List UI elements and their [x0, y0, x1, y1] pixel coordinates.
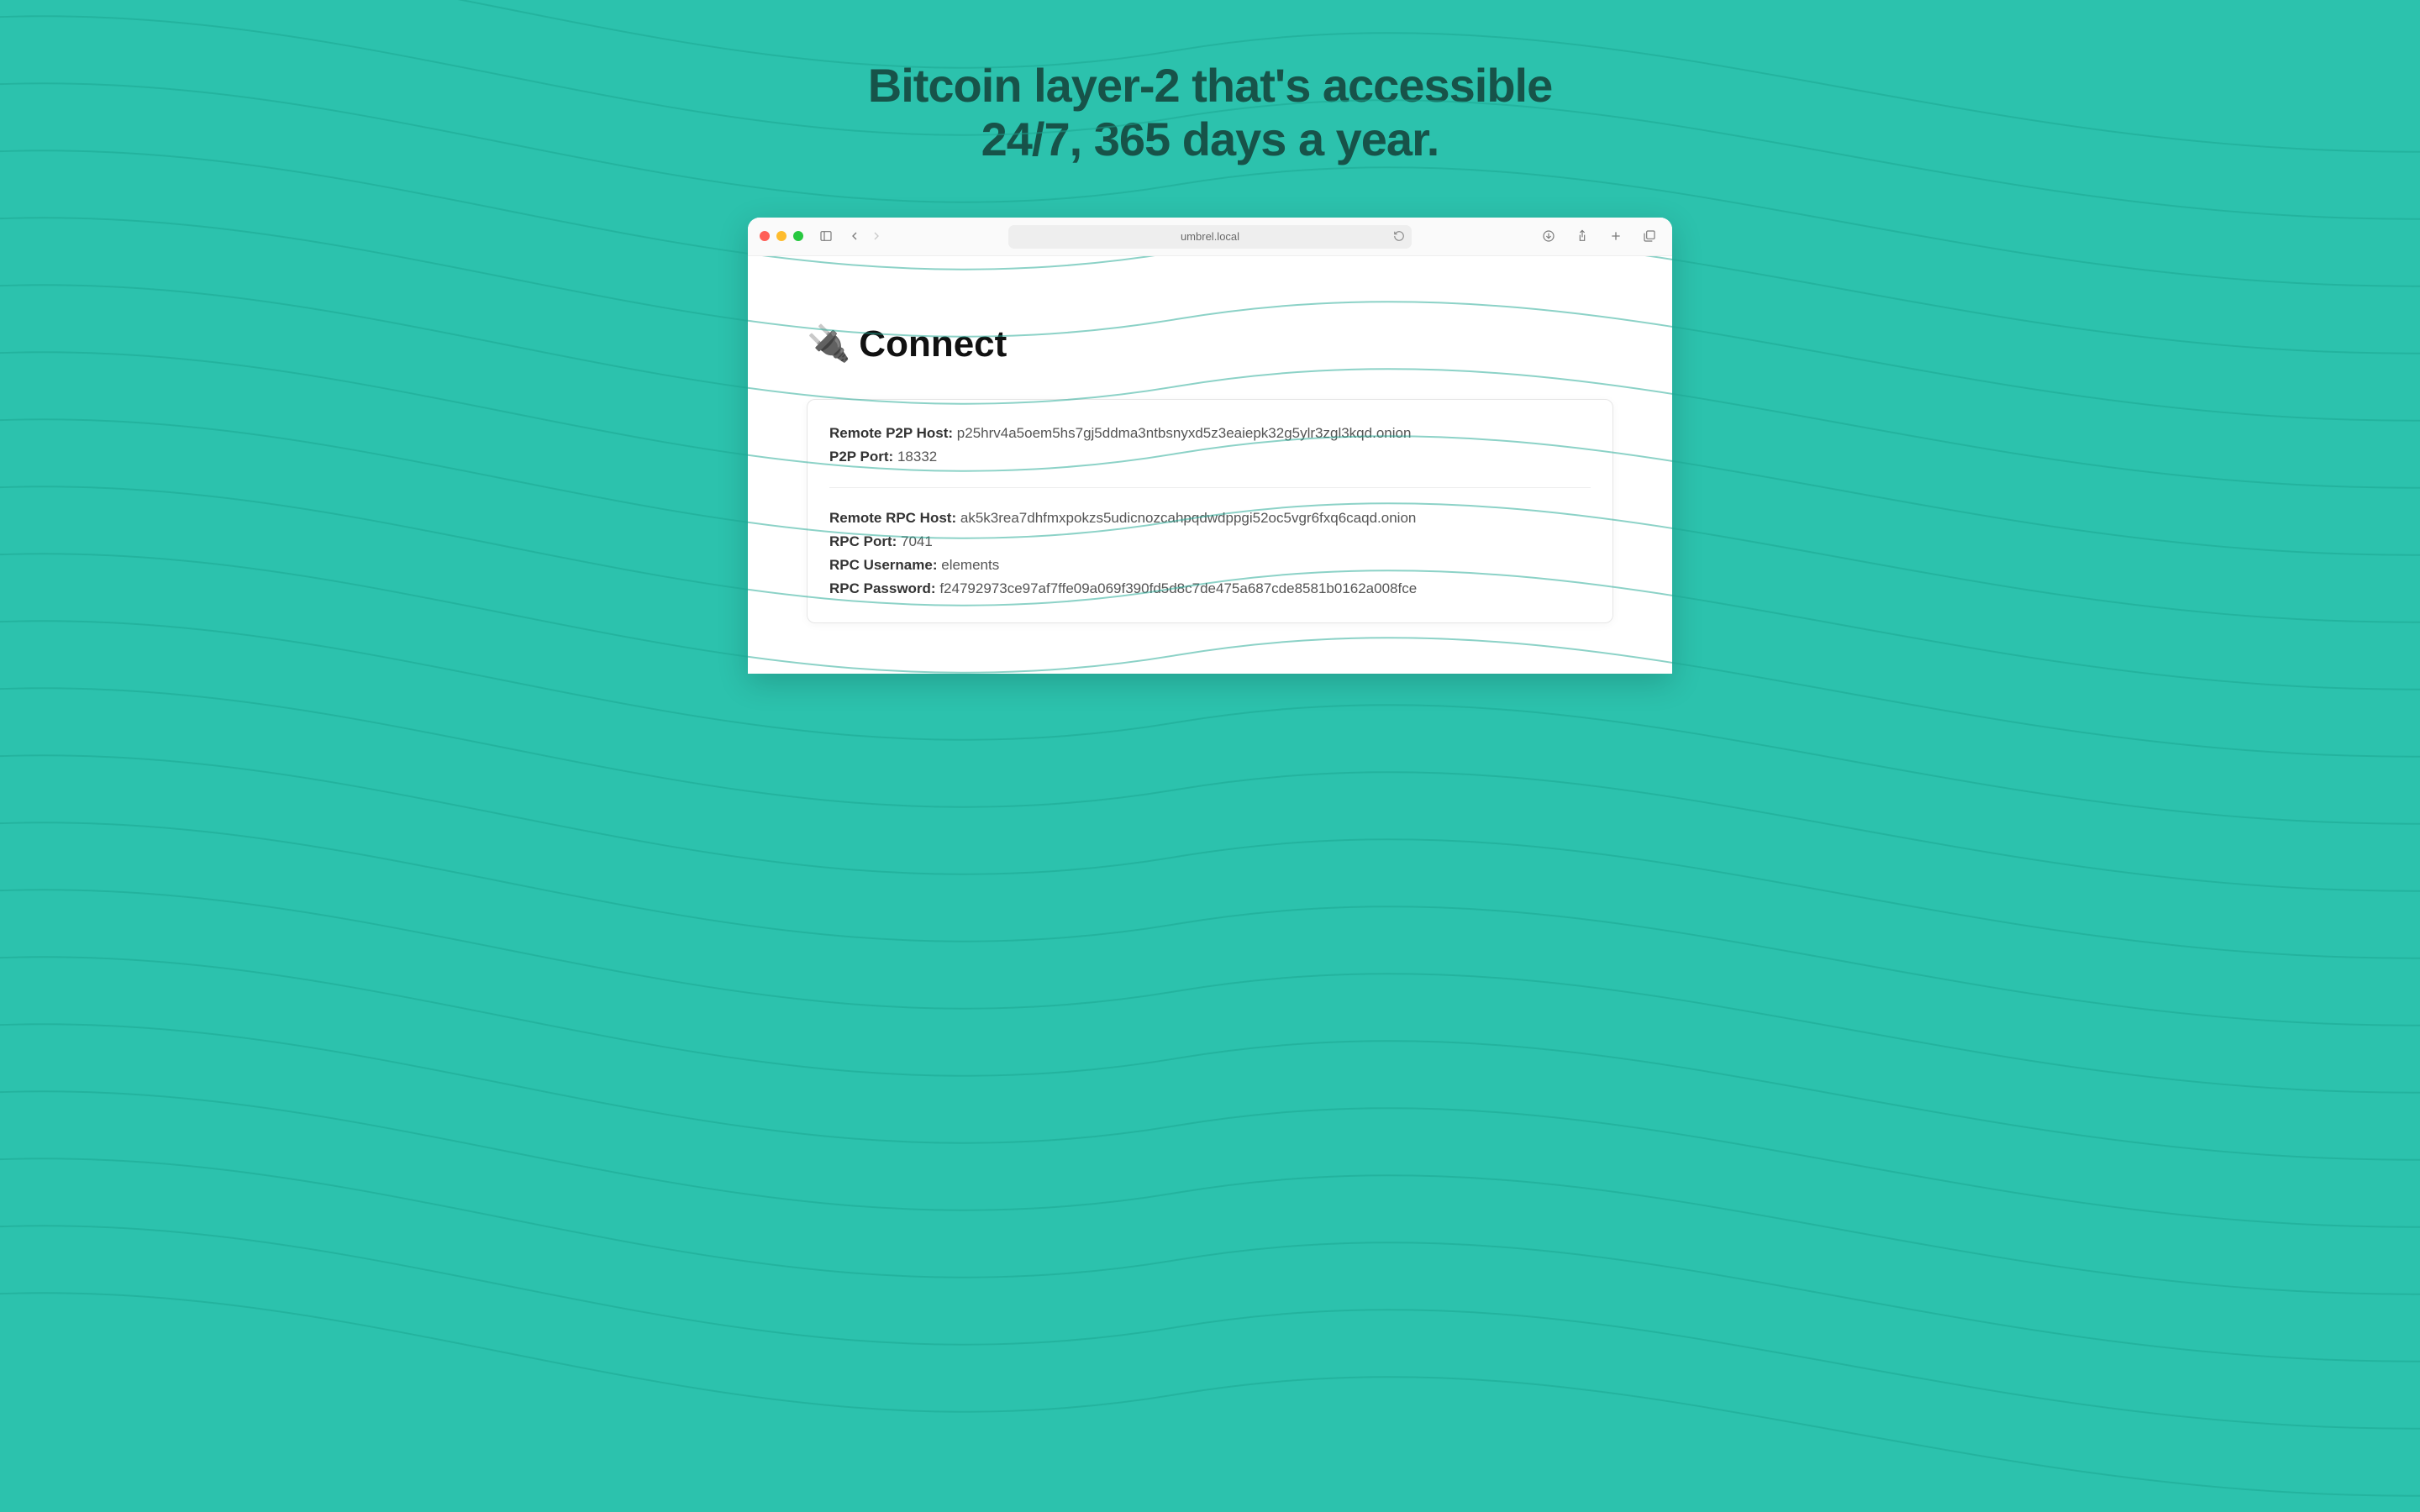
close-window-button[interactable] — [760, 231, 770, 241]
rpc-port-row: RPC Port: 7041 — [829, 530, 1591, 554]
tabs-button[interactable] — [1639, 226, 1660, 246]
p2p-port-label: P2P Port: — [829, 449, 893, 465]
rpc-host-row: Remote RPC Host: ak5k3rea7dhfmxpokzs5udi… — [829, 507, 1591, 530]
p2p-port-row: P2P Port: 18332 — [829, 445, 1591, 469]
rpc-host-label: Remote RPC Host: — [829, 510, 956, 526]
p2p-port-value: 18332 — [897, 449, 937, 465]
rpc-username-label: RPC Username: — [829, 557, 938, 573]
reload-icon — [1393, 230, 1405, 242]
tabs-icon — [1643, 229, 1656, 243]
rpc-password-value: f24792973ce97af7ffe09a069f390fd5d8c7de47… — [939, 580, 1417, 596]
rpc-port-label: RPC Port: — [829, 533, 897, 549]
window-controls — [760, 231, 803, 241]
rpc-port-value: 7041 — [901, 533, 933, 549]
sidebar-icon — [819, 229, 833, 243]
plus-icon — [1609, 229, 1623, 243]
rpc-password-label: RPC Password: — [829, 580, 936, 596]
p2p-host-row: Remote P2P Host: p25hrv4a5oem5hs7gj5ddma… — [829, 422, 1591, 445]
download-icon — [1542, 229, 1555, 243]
hero-headline: Bitcoin layer-2 that's accessible 24/7, … — [0, 0, 2420, 201]
chevron-left-icon — [848, 229, 861, 243]
hero-line-2: 24/7, 365 days a year. — [981, 113, 1439, 165]
downloads-button[interactable] — [1538, 226, 1560, 246]
back-button[interactable] — [844, 226, 865, 246]
rpc-username-row: RPC Username: elements — [829, 554, 1591, 577]
forward-button[interactable] — [865, 226, 887, 246]
address-bar[interactable]: umbrel.local — [1008, 225, 1412, 249]
p2p-host-value: p25hrv4a5oem5hs7gj5ddma3ntbsnyxd5z3eaiep… — [957, 425, 1412, 441]
rpc-username-value: elements — [941, 557, 999, 573]
hero-line-1: Bitcoin layer-2 that's accessible — [868, 59, 1552, 112]
connection-info-card: Remote P2P Host: p25hrv4a5oem5hs7gj5ddma… — [807, 399, 1613, 623]
new-tab-button[interactable] — [1605, 226, 1627, 246]
sidebar-toggle-button[interactable] — [815, 226, 837, 246]
divider — [829, 487, 1591, 488]
minimize-window-button[interactable] — [776, 231, 786, 241]
chevron-right-icon — [870, 229, 883, 243]
p2p-host-label: Remote P2P Host: — [829, 425, 953, 441]
maximize-window-button[interactable] — [793, 231, 803, 241]
rpc-password-row: RPC Password: f24792973ce97af7ffe09a069f… — [829, 577, 1591, 601]
rpc-host-value: ak5k3rea7dhfmxpokzs5udicnozcahpqdwdppgi5… — [960, 510, 1417, 526]
page-title-text: Connect — [859, 323, 1007, 365]
share-icon — [1576, 229, 1589, 243]
browser-toolbar: umbrel.local — [748, 218, 1672, 256]
page-content: 🔌 Connect Remote P2P Host: p25hrv4a5oem5… — [748, 256, 1672, 674]
reload-button[interactable] — [1393, 230, 1405, 244]
plug-icon: 🔌 — [807, 323, 850, 365]
page-title: 🔌 Connect — [807, 323, 1613, 365]
share-button[interactable] — [1571, 226, 1593, 246]
browser-window: umbrel.local — [748, 218, 1672, 674]
url-text: umbrel.local — [1181, 230, 1239, 243]
